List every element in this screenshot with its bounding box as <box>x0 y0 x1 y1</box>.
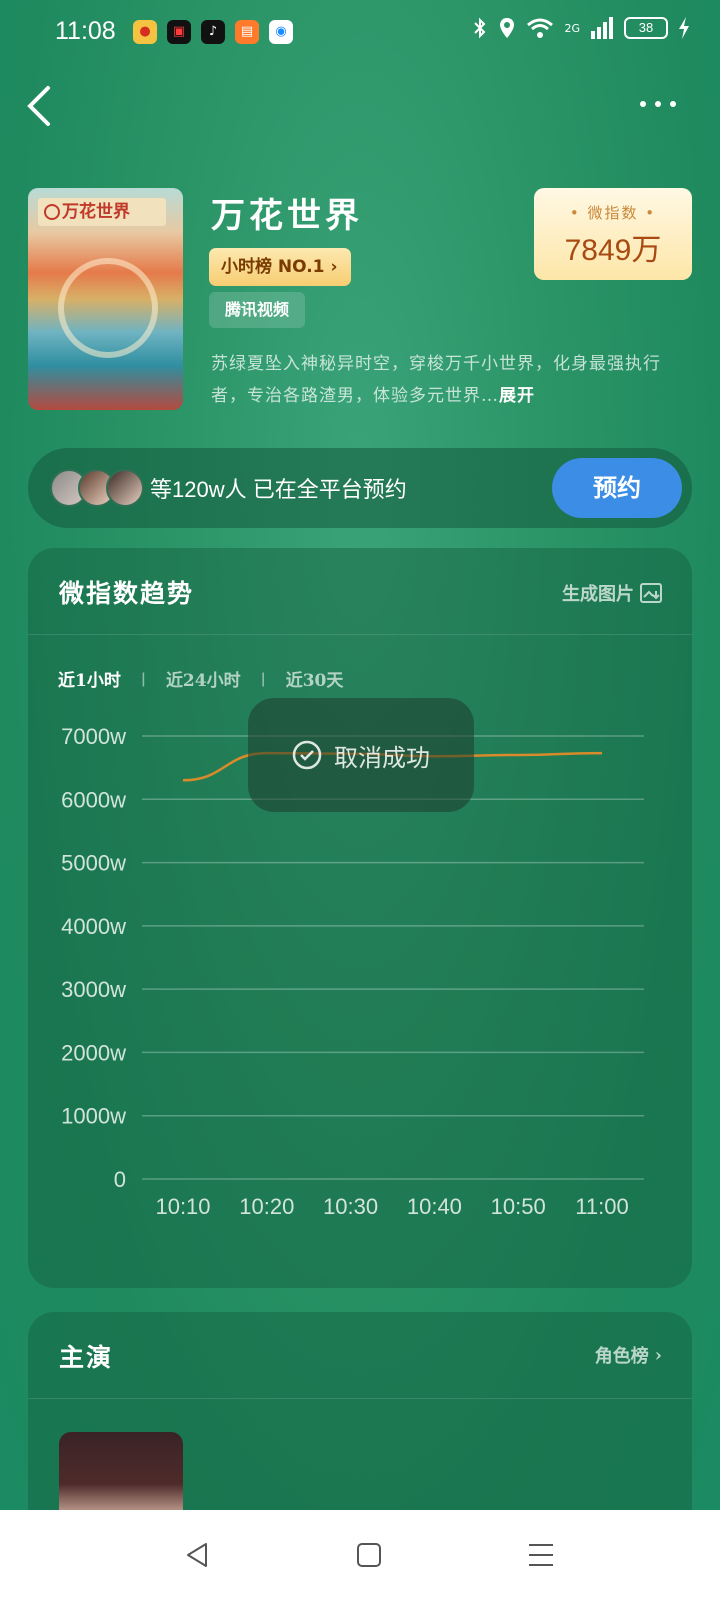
tab-separator: | <box>260 670 266 687</box>
time-range-tabs: 近1小时 | 近24小时 | 近30天 <box>58 666 344 692</box>
divider <box>28 634 692 635</box>
x-tick-label: 10:30 <box>323 1194 378 1219</box>
expand-link[interactable]: 展开 <box>499 386 535 406</box>
check-circle-icon <box>292 740 322 770</box>
x-tick-label: 10:50 <box>491 1194 546 1219</box>
weibo-icon: ● <box>133 20 157 44</box>
y-tick-label: 5000w <box>61 851 126 876</box>
trend-title: 微指数趋势 <box>59 579 195 608</box>
role-ranking-label: 角色榜 <box>594 1346 649 1367</box>
system-navigation-bar <box>0 1510 720 1600</box>
video-icon: ▣ <box>167 20 191 44</box>
battery-indicator: 38 <box>624 17 668 39</box>
tab-1-hour[interactable]: 近1小时 <box>58 666 121 691</box>
reservation-count-text: 等120w人 已在全平台预约 <box>150 477 407 502</box>
reserver-avatars <box>50 469 144 507</box>
wifi-icon <box>527 18 554 38</box>
map-icon: ◉ <box>269 20 293 44</box>
network-type: 2G <box>564 21 580 35</box>
divider <box>28 1398 692 1399</box>
chevron-right-icon: › <box>330 257 338 277</box>
reservation-bar: 等120w人 已在全平台预约 预约 <box>28 448 692 528</box>
x-tick-label: 10:10 <box>155 1194 210 1219</box>
y-tick-label: 0 <box>114 1167 126 1192</box>
image-download-icon <box>640 583 662 603</box>
nav-menu-icon[interactable] <box>526 1540 556 1570</box>
weizhishu-card[interactable]: • 微指数 • 7849万 <box>534 188 692 280</box>
tiktok-icon: ♪ <box>201 20 225 44</box>
avatar <box>106 469 144 507</box>
status-time: 11:08 <box>55 17 116 45</box>
location-icon <box>500 18 515 38</box>
tab-separator: | <box>140 670 146 687</box>
signal-icon <box>591 17 613 39</box>
rank-badge[interactable]: 小时榜 NO.1 › <box>209 248 351 286</box>
x-tick-label: 10:20 <box>239 1194 294 1219</box>
more-dot-icon <box>655 101 661 107</box>
rank-badge-label: 小时榜 NO.1 <box>221 257 325 277</box>
platform-tag: 腾讯视频 <box>209 292 305 328</box>
movie-poster[interactable]: 万花世界 <box>28 188 183 410</box>
y-tick-label: 2000w <box>61 1040 126 1065</box>
cast-title: 主演 <box>59 1343 114 1372</box>
notification-icons: ● ▣ ♪ ▤ ◉ <box>133 20 293 44</box>
status-indicators: 2G 38 <box>472 16 690 40</box>
y-tick-label: 6000w <box>61 787 126 812</box>
nav-home-icon[interactable] <box>354 1540 384 1570</box>
reserve-button[interactable]: 预约 <box>552 458 682 518</box>
weizhishu-label: • 微指数 • <box>569 204 657 222</box>
tab-30-days[interactable]: 近30天 <box>286 666 344 691</box>
poster-seal-icon <box>44 204 60 220</box>
x-tick-label: 11:00 <box>575 1194 628 1219</box>
bluetooth-icon <box>474 17 486 39</box>
trend-card: 微指数趋势 生成图片 近1小时 | 近24小时 | 近30天 0 1000w 200… <box>28 548 692 1288</box>
nav-back-icon[interactable] <box>182 1540 212 1570</box>
x-tick-label: 10:40 <box>407 1194 462 1219</box>
y-tick-label: 4000w <box>61 914 126 939</box>
toast-message: 取消成功 <box>248 698 474 812</box>
more-options-button[interactable] <box>640 96 690 112</box>
movie-description: 苏绿夏坠入神秘异时空，穿梭万千小世界，化身最强执行者，专治各路渣男，体验多元世界… <box>211 348 681 412</box>
weizhishu-value: 7849万 <box>564 234 662 267</box>
charging-icon <box>679 17 689 39</box>
y-tick-label: 7000w <box>61 724 126 749</box>
chevron-right-icon: › <box>654 1344 662 1366</box>
tab-24-hours[interactable]: 近24小时 <box>166 666 241 691</box>
description-text: 苏绿夏坠入神秘异时空，穿梭万千小世界，化身最强执行者，专治各路渣男，体验多元世界… <box>211 354 661 406</box>
more-dot-icon <box>640 101 646 107</box>
app-icon: ▤ <box>235 20 259 44</box>
more-dot-icon <box>670 101 676 107</box>
back-button[interactable] <box>22 84 62 128</box>
generate-image-label: 生成图片 <box>562 584 634 605</box>
toast-text: 取消成功 <box>334 744 430 772</box>
y-tick-label: 3000w <box>61 977 126 1002</box>
y-tick-label: 1000w <box>61 1104 126 1129</box>
role-ranking-link[interactable]: 角色榜 › <box>595 1342 662 1368</box>
generate-image-button[interactable]: 生成图片 <box>562 580 662 606</box>
movie-title: 万花世界 <box>211 196 363 236</box>
back-arrow-icon <box>27 86 50 126</box>
status-bar: 11:08 ● ▣ ♪ ▤ ◉ 2G 38 <box>0 0 720 64</box>
poster-art <box>58 258 158 358</box>
